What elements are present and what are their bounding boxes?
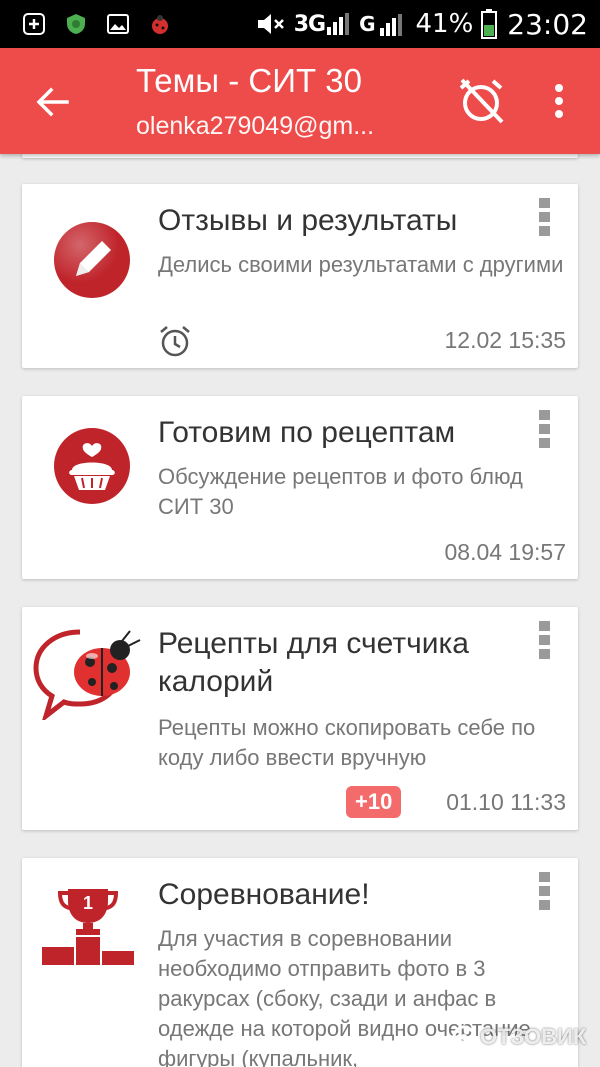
trophy-number: 1 bbox=[83, 893, 93, 913]
account-email: olenka279049@gm... bbox=[136, 112, 375, 140]
alarm-off-icon bbox=[459, 78, 504, 124]
image-notification-icon bbox=[106, 12, 130, 36]
arrow-back-icon bbox=[36, 87, 69, 117]
notifications-off-button[interactable] bbox=[454, 74, 508, 128]
add-notification-icon bbox=[22, 12, 46, 36]
alarm-clock-icon bbox=[158, 324, 192, 358]
topic-date: 01.10 11:33 bbox=[446, 789, 566, 815]
watermark-logo-icon bbox=[452, 1025, 476, 1049]
pencil-icon bbox=[32, 220, 152, 300]
volume-muted-icon bbox=[256, 11, 286, 37]
topic-card[interactable]: Рецепты для счетчика калорий Рецепты мож… bbox=[22, 607, 578, 830]
network-type: 3G bbox=[293, 11, 326, 37]
topic-menu-button[interactable] bbox=[536, 621, 552, 659]
topic-menu-button[interactable] bbox=[536, 198, 552, 236]
cupcake-icon bbox=[32, 424, 152, 508]
more-vert-icon bbox=[555, 84, 563, 118]
new-messages-badge: +10 bbox=[346, 786, 402, 818]
topic-description: Рецепты можно скопировать себе по коду л… bbox=[158, 715, 536, 770]
topic-menu-button[interactable] bbox=[536, 410, 552, 448]
topic-title: Отзывы и результаты bbox=[158, 204, 458, 237]
topic-menu-button[interactable] bbox=[536, 872, 552, 910]
clock: 23:02 bbox=[507, 7, 588, 41]
topic-list[interactable]: Отзывы и результаты Делись своими резуль… bbox=[0, 154, 600, 1067]
overflow-menu-button[interactable] bbox=[542, 78, 576, 124]
topic-description: Обсуждение рецептов и фото блюд СИТ 30 bbox=[158, 464, 523, 519]
status-bar: 3G G 41% 23:02 bbox=[0, 0, 600, 48]
battery-icon bbox=[481, 9, 498, 39]
ladybug-notification-icon bbox=[148, 12, 172, 36]
ladybug-icon bbox=[22, 621, 158, 721]
topic-title: Рецепты для счетчика калорий bbox=[158, 627, 469, 698]
trophy-podium-icon: 1 bbox=[36, 882, 140, 968]
topic-card[interactable]: Отзывы и результаты Делись своими резуль… bbox=[22, 184, 578, 368]
topic-description: Делись своими результатами с другими bbox=[158, 252, 564, 277]
battery-percent: 41% bbox=[415, 9, 474, 39]
back-button[interactable] bbox=[30, 80, 74, 124]
watermark-text: ОТЗОВИК bbox=[480, 1024, 587, 1049]
shield-app-icon bbox=[64, 12, 88, 36]
page-title: Темы - СИТ 30 bbox=[136, 62, 362, 99]
watermark: ОТЗОВИК bbox=[452, 1024, 586, 1050]
list-item-partial[interactable] bbox=[22, 154, 578, 158]
topic-title: Готовим по рецептам bbox=[158, 416, 456, 449]
topic-title: Соревнование! bbox=[158, 878, 370, 911]
topic-card[interactable]: Готовим по рецептам Обсуждение рецептов … bbox=[22, 396, 578, 579]
topic-date: 12.02 15:35 bbox=[444, 327, 566, 353]
signal-strength-2-icon: G bbox=[359, 12, 402, 36]
app-bar: Темы - СИТ 30 olenka279049@gm... bbox=[0, 48, 600, 154]
topic-date: 08.04 19:57 bbox=[444, 539, 566, 565]
signal-strength-icon bbox=[327, 13, 350, 35]
